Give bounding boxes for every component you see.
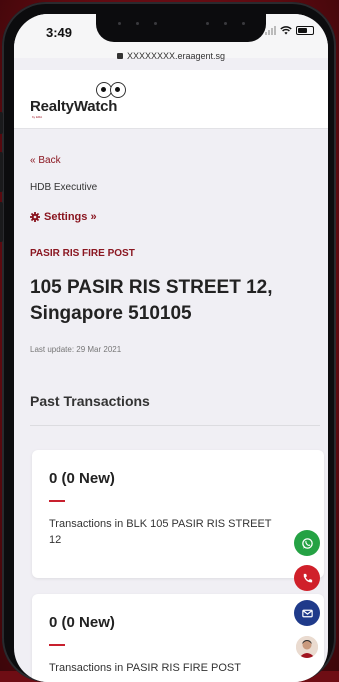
card-accent-rule (49, 644, 65, 646)
transaction-count: 0 (0 New) (49, 614, 115, 631)
call-button[interactable] (294, 565, 320, 591)
volume-up-button (0, 152, 3, 192)
section-divider (30, 425, 320, 426)
logo-text: RealtyWatch (30, 98, 118, 115)
address-bar[interactable]: XXXXXXXX.eraagent.sg (14, 42, 328, 70)
last-update: Last update: 29 Mar 2021 (30, 345, 122, 354)
property-type: HDB Executive (30, 182, 98, 193)
estate-category: PASIR RIS FIRE POST (30, 248, 135, 259)
transaction-count: 0 (0 New) (49, 470, 115, 487)
status-time: 3:49 (46, 25, 73, 40)
phone-frame: 3:49 XXXXXXXX.eraagent.sg RealtyWatch by… (0, 2, 336, 682)
transaction-card[interactable]: 0 (0 New) Transactions in PASIR RIS FIRE… (32, 594, 324, 682)
card-accent-rule (49, 500, 65, 502)
signal-icon (265, 26, 276, 35)
silent-switch (0, 112, 3, 134)
agent-avatar-icon (296, 636, 318, 658)
transaction-description: Transactions in BLK 105 PASIR RIS STREET… (49, 518, 272, 546)
email-icon (301, 609, 313, 617)
site-header: RealtyWatch by ERA (14, 70, 328, 129)
email-button[interactable] (294, 600, 320, 626)
volume-down-button (0, 202, 3, 242)
logo-subtext: by ERA (32, 115, 43, 119)
transaction-description: Transactions in PASIR RIS FIRE POST (49, 662, 241, 674)
url-text: XXXXXXXX.eraagent.sg (126, 51, 226, 61)
gear-icon (30, 212, 40, 222)
whatsapp-icon (301, 537, 313, 549)
settings-link[interactable]: Settings » (30, 211, 97, 223)
page-title: 105 PASIR RIS STREET 12, Singapore 51010… (30, 277, 273, 324)
realtywatch-logo[interactable]: RealtyWatch by ERA (30, 80, 140, 122)
settings-label: Settings » (44, 211, 97, 223)
wifi-icon (280, 26, 292, 35)
back-link[interactable]: « Back (30, 155, 61, 166)
notch (96, 14, 266, 42)
battery-icon (296, 26, 314, 35)
transaction-card[interactable]: 0 (0 New) Transactions in BLK 105 PASIR … (32, 450, 324, 578)
phone-screen: 3:49 XXXXXXXX.eraagent.sg RealtyWatch by… (14, 14, 328, 682)
whatsapp-button[interactable] (294, 530, 320, 556)
status-icons (265, 26, 314, 35)
phone-icon (303, 573, 312, 582)
section-title: Past Transactions (30, 393, 150, 409)
lock-icon (116, 52, 123, 59)
agent-avatar[interactable] (296, 636, 318, 658)
